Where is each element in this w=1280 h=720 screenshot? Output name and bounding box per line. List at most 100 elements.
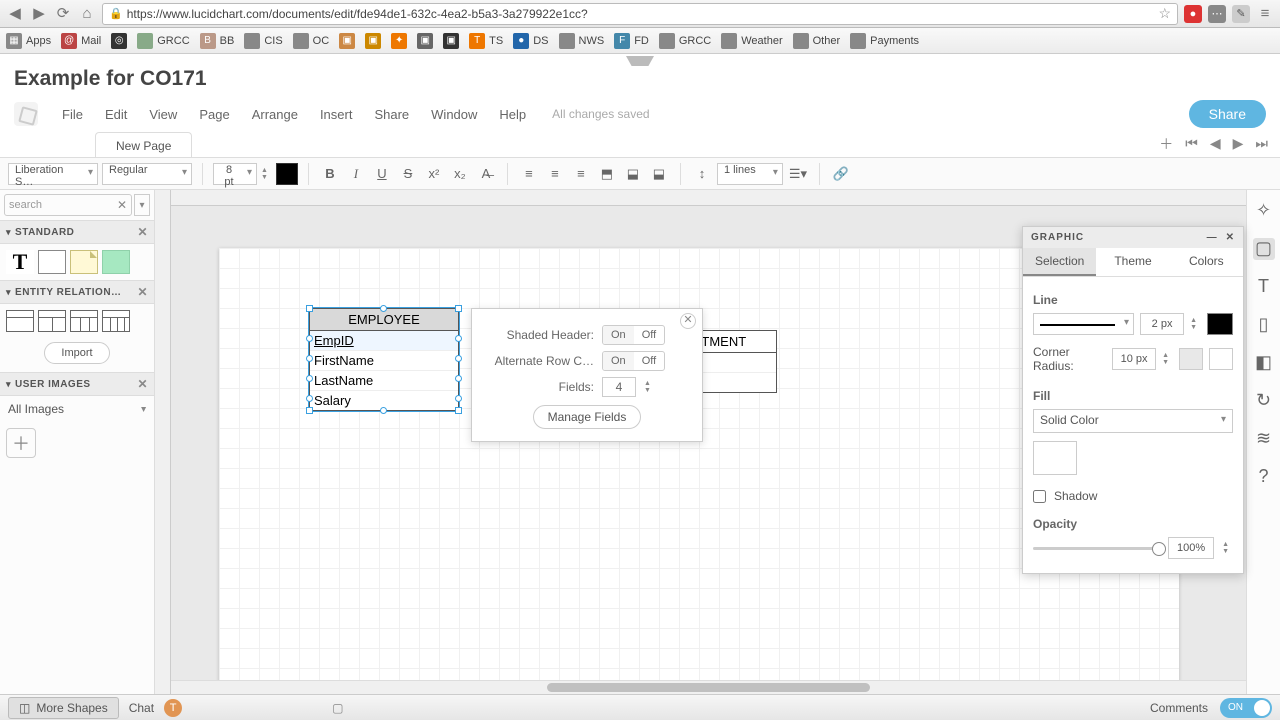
opacity-input[interactable]: 100%	[1168, 537, 1214, 559]
shape-search-input[interactable]: search ✕	[4, 194, 132, 216]
add-image-button[interactable]: ＋	[6, 428, 36, 458]
corner-radius-stepper[interactable]: ▲▼	[1162, 352, 1169, 366]
align-bottom-button[interactable]: ⬓	[648, 163, 670, 185]
scrollbar-thumb[interactable]	[547, 683, 870, 692]
category-user-images[interactable]: ▾ USER IMAGES ✕	[0, 372, 154, 396]
bookmark-item[interactable]: Other	[793, 33, 841, 49]
corner-square-button[interactable]	[1179, 348, 1203, 370]
menu-help[interactable]: Help	[489, 103, 536, 126]
shape-rectangle[interactable]	[38, 250, 66, 274]
align-left-button[interactable]: ≡	[518, 163, 540, 185]
font-size-input[interactable]: 8 pt	[213, 163, 257, 185]
shape-entity-1col[interactable]	[6, 310, 34, 332]
next-page-button[interactable]: ▶	[1229, 133, 1248, 154]
connection-handle[interactable]	[306, 355, 313, 362]
extension-icon[interactable]: ⋯	[1208, 5, 1226, 23]
bookmark-item[interactable]: Payments	[850, 33, 919, 49]
superscript-button[interactable]: x²	[423, 163, 445, 185]
bookmark-item[interactable]: FFD	[614, 33, 649, 49]
bookmark-item[interactable]: ▣	[365, 33, 381, 49]
align-center-button[interactable]: ≡	[544, 163, 566, 185]
prev-page-button[interactable]: ◀	[1206, 133, 1225, 154]
fields-stepper[interactable]: ▲▼	[644, 380, 651, 394]
home-button[interactable]: ⌂	[78, 5, 96, 23]
lines-select[interactable]: 1 lines	[717, 163, 783, 185]
first-page-button[interactable]: ⏮	[1181, 133, 1202, 154]
help-icon[interactable]: ?	[1253, 466, 1275, 488]
strikethrough-button[interactable]: S	[397, 163, 419, 185]
opacity-stepper[interactable]: ▲▼	[1222, 541, 1229, 555]
fill-mode-select[interactable]: Solid Color	[1033, 409, 1233, 433]
category-entity-relation[interactable]: ▾ ENTITY RELATION… ✕	[0, 280, 154, 304]
minimize-inspector-button[interactable]: —	[1207, 232, 1218, 243]
close-category-icon[interactable]: ✕	[137, 225, 148, 239]
inspector-titlebar[interactable]: GRAPHIC — ✕	[1023, 227, 1243, 248]
clear-search-icon[interactable]: ✕	[117, 198, 127, 212]
shape-text[interactable]: T	[6, 250, 34, 274]
bookmark-item[interactable]: GRCC	[137, 33, 189, 49]
bold-button[interactable]: B	[319, 163, 341, 185]
bookmark-item[interactable]: ▣	[417, 33, 433, 49]
bookmark-item[interactable]: ▣	[339, 33, 355, 49]
menu-edit[interactable]: Edit	[95, 103, 137, 126]
connection-handle[interactable]	[306, 395, 313, 402]
add-page-button[interactable]: ＋	[1155, 132, 1177, 156]
page-panel-icon[interactable]: ▯	[1253, 314, 1275, 336]
bookmark-item[interactable]: ◎	[111, 33, 127, 49]
connection-handle[interactable]	[380, 305, 387, 312]
connection-handle[interactable]	[455, 375, 462, 382]
connection-handle[interactable]	[455, 335, 462, 342]
menu-share[interactable]: Share	[364, 103, 419, 126]
shadow-checkbox[interactable]	[1033, 490, 1046, 503]
menu-window[interactable]: Window	[421, 103, 487, 126]
resize-handle[interactable]	[306, 305, 313, 312]
connection-handle[interactable]	[380, 407, 387, 414]
bookmark-item[interactable]: Weather	[721, 33, 782, 49]
connection-handle[interactable]	[455, 395, 462, 402]
app-logo-icon[interactable]	[14, 102, 38, 126]
back-button[interactable]: ◀	[6, 5, 24, 23]
alt-row-toggle[interactable]: On Off	[602, 351, 665, 371]
list-button[interactable]: ☰▾	[787, 163, 809, 185]
entity-field[interactable]: EmpID	[310, 331, 458, 351]
bookmark-item[interactable]: ✦	[391, 33, 407, 49]
connection-handle[interactable]	[306, 335, 313, 342]
close-inspector-button[interactable]: ✕	[1226, 232, 1235, 243]
forward-button[interactable]: ▶	[30, 5, 48, 23]
bookmark-item[interactable]: OC	[293, 33, 330, 49]
line-color-swatch[interactable]	[1207, 313, 1233, 335]
inspector-tab-colors[interactable]: Colors	[1170, 248, 1243, 276]
text-panel-icon[interactable]: T	[1253, 276, 1275, 298]
text-color-swatch[interactable]	[276, 163, 298, 185]
category-standard[interactable]: ▾ STANDARD ✕	[0, 220, 154, 244]
history-panel-icon[interactable]: ↻	[1253, 390, 1275, 412]
shape-entity-4col[interactable]	[102, 310, 130, 332]
menu-page[interactable]: Page	[189, 103, 239, 126]
extension-icon[interactable]: ✎	[1232, 5, 1250, 23]
bookmark-item[interactable]: ●DS	[513, 33, 548, 49]
font-size-stepper[interactable]: ▲▼	[261, 167, 268, 181]
close-popup-button[interactable]: ✕	[680, 313, 696, 329]
bookmark-item[interactable]: CIS	[244, 33, 282, 49]
import-button[interactable]: Import	[44, 342, 109, 364]
line-width-input[interactable]: 2 px	[1140, 313, 1184, 335]
metrics-panel-icon[interactable]: ◧	[1253, 352, 1275, 374]
bookmark-item[interactable]: TTS	[469, 33, 503, 49]
shape-note[interactable]	[70, 250, 98, 274]
align-right-button[interactable]: ≡	[570, 163, 592, 185]
resize-handle[interactable]	[306, 407, 313, 414]
clear-format-button[interactable]: A̶	[475, 163, 497, 185]
align-top-button[interactable]: ⬒	[596, 163, 618, 185]
bookmark-star-icon[interactable]: ☆	[1158, 5, 1171, 22]
close-category-icon[interactable]: ✕	[137, 377, 148, 391]
user-avatar[interactable]: T	[164, 699, 182, 717]
graphic-panel-icon[interactable]: ▢	[1253, 238, 1275, 260]
line-style-select[interactable]	[1033, 313, 1134, 335]
bookmark-item[interactable]: NWS	[559, 33, 605, 49]
bookmark-item[interactable]: ▦Apps	[6, 33, 51, 49]
canvas-horizontal-scrollbar[interactable]	[171, 680, 1246, 694]
bookmark-item[interactable]: BBB	[200, 33, 235, 49]
resize-handle[interactable]	[455, 305, 462, 312]
more-shapes-button[interactable]: ◫ More Shapes	[8, 697, 119, 719]
last-page-button[interactable]: ⏭	[1251, 133, 1272, 154]
